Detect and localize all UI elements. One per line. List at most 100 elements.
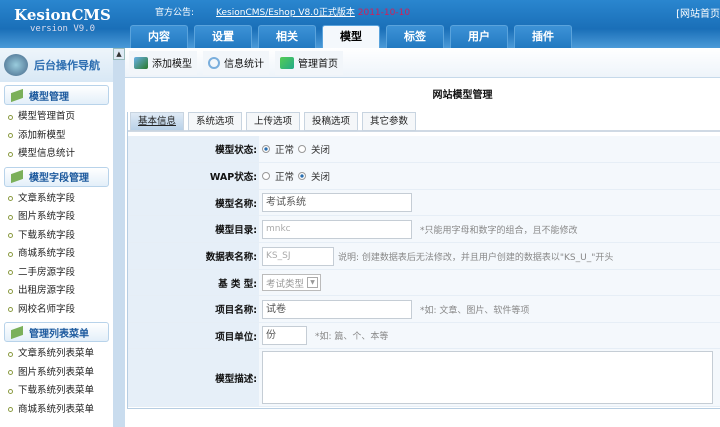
row-item-name: 项目名称: 试卷 *如: 文章、图片、软件等项 (128, 296, 720, 323)
radio-closed[interactable] (298, 145, 307, 153)
bullet-icon (8, 288, 13, 294)
sidebar-item-label: 商城系统列表菜单 (18, 403, 95, 415)
tab-tags[interactable]: 标签 (386, 25, 444, 48)
sidebar-item[interactable]: 图片系统列表菜单 (0, 364, 113, 383)
manage-home-label: 管理首页 (298, 59, 338, 70)
sidebar-item[interactable]: 模型管理首页 (0, 108, 113, 127)
section-icon (11, 325, 23, 339)
add-model-label: 添加模型 (152, 59, 192, 70)
sidebar-item-label: 出租房源字段 (18, 285, 76, 296)
sidebar-item[interactable]: 添加新模型 (0, 127, 113, 146)
sidebar-item[interactable]: 出租房源字段 (0, 282, 113, 301)
sidebar-item[interactable]: 商城系统字段 (0, 245, 113, 264)
scroll-up-icon[interactable]: ▲ (113, 48, 125, 60)
item-unit-input[interactable]: 份 (262, 326, 307, 345)
model-dir-input[interactable]: mnkc (262, 219, 412, 239)
tab-upload-options[interactable]: 上传选项 (246, 112, 300, 131)
bullet-icon (8, 233, 13, 239)
tab-basic-info[interactable]: 基本信息 (130, 112, 184, 131)
radio-normal[interactable] (262, 172, 270, 180)
sidebar-item[interactable]: 文章系统字段 (0, 190, 113, 209)
note: 说明: 创建数据表后无法修改，并且用户创建的数据表以"KS_U_"开头 (338, 252, 614, 263)
radio-closed[interactable] (298, 172, 307, 180)
sidebar-section[interactable]: 模型管理 (4, 85, 109, 105)
item-name-input[interactable]: 试卷 (262, 299, 412, 319)
description-textarea[interactable] (262, 351, 713, 404)
gear-icon (208, 56, 220, 69)
sidebar-scrollbar[interactable]: ▲ (113, 48, 125, 427)
note: *只能用字母和数字的组合，且不能修改 (420, 225, 578, 236)
chevron-down-icon[interactable]: ▼ (307, 277, 319, 288)
sidebar-item-label: 文章系统字段 (18, 192, 76, 204)
version: version V9.0 (29, 24, 96, 34)
tab-submission-options[interactable]: 投稿选项 (304, 112, 358, 131)
sidebar-item-label: 网校名师字段 (18, 303, 76, 315)
tab-content[interactable]: 内容 (130, 25, 188, 48)
tab-other-params[interactable]: 其它参数 (362, 112, 416, 131)
section-icon (11, 169, 23, 184)
form-tabs: 基本信息 系统选项 上传选项 投稿选项 其它参数 (128, 112, 720, 132)
bullet-icon (8, 251, 13, 257)
tab-users[interactable]: 用户 (450, 25, 508, 48)
option-label: 正常 (275, 145, 295, 156)
refresh-icon (280, 56, 294, 69)
sidebar-item[interactable]: 图片系统字段 (0, 208, 113, 227)
add-model-icon (134, 56, 148, 69)
sidebar-item-label: 文章系统列表菜单 (18, 348, 95, 359)
logo-text: KesionCMS (14, 6, 111, 24)
sidebar-item-label: 图片系统列表菜单 (18, 366, 95, 378)
sidebar-section[interactable]: 模型字段管理 (4, 166, 109, 187)
bullet-icon (8, 133, 13, 139)
section-title: 模型字段管理 (29, 173, 89, 184)
sidebar-item[interactable]: 模型信息统计 (0, 145, 113, 164)
option-label: 关闭 (311, 145, 331, 156)
bullet-icon (8, 407, 13, 413)
section-icon (11, 88, 23, 102)
page-title: 网站模型管理 (432, 90, 493, 101)
model-name-input[interactable]: 考试系统 (262, 193, 412, 212)
statistics-button[interactable]: 信息统计 (203, 50, 269, 75)
tab-model[interactable]: 模型 (322, 25, 380, 48)
sidebar-header: 后台操作导航 (0, 48, 113, 82)
sidebar-item[interactable]: 商城系统列表菜单 (0, 401, 113, 420)
sidebar-item[interactable]: 文章系统列表菜单 (0, 345, 113, 364)
bullet-icon (8, 114, 13, 120)
base-type-select[interactable]: 考试类型 ▼ (262, 274, 322, 291)
bullet-icon (8, 270, 13, 276)
sidebar-item[interactable]: 网校名师字段 (0, 301, 113, 320)
notice-date: 2011-10-10 (357, 8, 411, 18)
sidebar-item-label: 模型管理首页 (18, 111, 76, 122)
header: KesionCMS version V9.0 官方公告: KesionCMS/Esh… (0, 0, 720, 48)
bullet-icon (8, 351, 13, 357)
label: 项目名称: (128, 296, 259, 322)
label: 模型目录: (128, 216, 259, 242)
row-model-name: 模型名称: 考试系统 (128, 190, 720, 216)
add-model-button[interactable]: 添加模型 (129, 50, 197, 75)
sidebar-item-label: 二手房源字段 (18, 266, 76, 278)
table-name-input[interactable]: KS_SJ (262, 246, 334, 266)
label: 数据表名称: (128, 243, 259, 269)
tab-settings[interactable]: 设置 (194, 25, 252, 48)
tab-plugins[interactable]: 插件 (514, 25, 572, 48)
tab-system-options[interactable]: 系统选项 (188, 112, 242, 131)
row-description: 模型描述: (128, 349, 720, 407)
row-table-name: 数据表名称: KS_SJ 说明: 创建数据表后无法修改，并且用户创建的数据表以"KS… (128, 243, 720, 270)
sidebar-section[interactable]: 管理列表菜单 (4, 322, 109, 342)
section-title: 管理列表菜单 (29, 328, 89, 340)
label: WAP状态: (128, 163, 259, 189)
sidebar-item[interactable]: 下载系统字段 (0, 227, 113, 246)
notice-link[interactable]: KesionCMS/Eshop V8.0正式版本 (216, 8, 355, 18)
manage-home-button[interactable]: 管理首页 (275, 50, 343, 75)
row-model-status: 模型状态: 正常 关闭 (128, 136, 720, 163)
sidebar-item[interactable]: 二手房源字段 (0, 264, 113, 283)
sidebar-item[interactable]: 下载系统列表菜单 (0, 382, 113, 401)
bullet-icon (8, 388, 13, 394)
statistics-label: 信息统计 (224, 59, 264, 70)
sidebar-item-label: 商城系统字段 (18, 248, 76, 259)
radio-normal[interactable] (262, 145, 270, 153)
sidebar-item-label: 添加新模型 (18, 129, 66, 141)
option-label: 正常 (275, 172, 295, 183)
sidebar-title: 后台操作导航 (34, 59, 100, 72)
site-home-link[interactable]: [网站首页 (676, 5, 720, 20)
tab-related[interactable]: 相关 (258, 25, 316, 48)
